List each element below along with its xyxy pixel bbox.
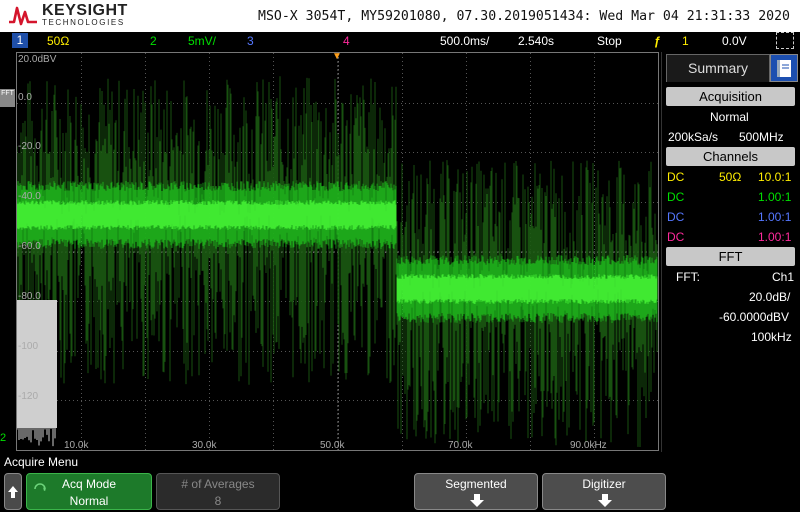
averages-value: 8 bbox=[214, 494, 222, 508]
x-axis-label: 90.0kHz bbox=[570, 440, 607, 451]
channel-1-impedance[interactable]: 50Ω bbox=[47, 34, 69, 48]
bandwidth: 500MHz bbox=[739, 130, 784, 144]
status-bar: 1 50Ω 2 5mV/ 3 4 500.0ms/ 2.540s Stop ƒ … bbox=[0, 32, 800, 50]
screen-grab-icon[interactable] bbox=[776, 32, 794, 49]
averages-label: # of Averages bbox=[181, 477, 255, 491]
fft-header: FFT bbox=[666, 247, 795, 266]
averages-button[interactable]: # of Averages 8 bbox=[156, 473, 280, 510]
back-button[interactable] bbox=[4, 473, 22, 510]
acq-mode-button[interactable]: Acq Mode Normal bbox=[26, 473, 152, 510]
summary-panel: Summary Acquisition Normal 200kSa/s 500M… bbox=[661, 52, 800, 452]
y-axis-label: -20.0 bbox=[18, 141, 41, 152]
trigger-edge-icon[interactable]: ƒ bbox=[654, 34, 661, 48]
channel-1-coupling: DC bbox=[667, 170, 685, 184]
y-axis-label: 0.0 bbox=[18, 92, 32, 103]
sample-rate: 200kSa/s bbox=[668, 130, 719, 144]
y-axis-label: -120 bbox=[18, 391, 39, 402]
up-arrow-icon bbox=[8, 486, 18, 498]
fft-plot bbox=[17, 53, 658, 450]
dropout-block bbox=[17, 300, 57, 428]
channel-2-ground-marker[interactable]: 2 bbox=[0, 432, 6, 444]
trigger-source[interactable]: 1 bbox=[682, 34, 689, 48]
down-arrow-icon bbox=[470, 494, 484, 507]
y-axis-label: -100 bbox=[18, 341, 39, 352]
channel-3-probe: 1.00:1 bbox=[758, 210, 792, 224]
channel-1-indicator[interactable]: 1 bbox=[12, 33, 28, 48]
channel-4-coupling: DC bbox=[667, 230, 685, 244]
channel-2-indicator[interactable]: 2 bbox=[150, 34, 157, 48]
book-icon bbox=[777, 60, 791, 77]
waveform-display[interactable] bbox=[16, 52, 659, 451]
timebase-scale[interactable]: 500.0ms/ bbox=[440, 34, 489, 48]
channel-2-probe: 1.00:1 bbox=[758, 190, 792, 204]
y-axis-label: -60.0 bbox=[18, 241, 41, 252]
trigger-position-marker[interactable]: ▼ bbox=[332, 51, 342, 62]
fft-label: FFT: bbox=[676, 270, 700, 284]
x-axis-label: 30.0k bbox=[192, 440, 217, 451]
x-axis-label: 70.0k bbox=[448, 440, 473, 451]
y-axis-label: -40.0 bbox=[18, 191, 41, 202]
run-state[interactable]: Stop bbox=[597, 34, 622, 48]
channel-1-probe: 10.0:1 bbox=[758, 170, 792, 184]
acquisition-header: Acquisition bbox=[666, 87, 795, 106]
channel-3-coupling: DC bbox=[667, 210, 685, 224]
tab-summary[interactable]: Summary bbox=[666, 54, 770, 82]
fft-offset: -60.0000dBV bbox=[719, 310, 790, 324]
digitizer-label: Digitizer bbox=[582, 477, 626, 491]
channel-1-impedance-summary: 50Ω bbox=[719, 170, 742, 184]
segmented-button[interactable]: Segmented bbox=[414, 473, 538, 510]
down-arrow-icon bbox=[598, 494, 612, 507]
brand-subtitle: TECHNOLOGIES bbox=[42, 18, 125, 27]
digitizer-button[interactable]: Digitizer bbox=[542, 473, 666, 510]
y-axis-label: 20.0dBV bbox=[18, 54, 57, 65]
menu-title: Acquire Menu bbox=[4, 455, 79, 469]
channel-4-indicator[interactable]: 4 bbox=[343, 34, 350, 48]
acq-mode-value: Normal bbox=[69, 494, 109, 508]
channel-2-scale[interactable]: 5mV/ bbox=[188, 34, 216, 48]
acq-mode-label: Acq Mode bbox=[61, 477, 117, 491]
segmented-label: Segmented bbox=[445, 477, 507, 491]
channel-3-indicator[interactable]: 3 bbox=[247, 34, 254, 48]
acquisition-mode: Normal bbox=[710, 110, 749, 124]
title-bar: KEYSIGHT TECHNOLOGIES MSO-X 3054T, MY592… bbox=[0, 0, 800, 32]
fft-source: Ch1 bbox=[772, 270, 795, 284]
fft-marker-tag[interactable]: FFT bbox=[0, 89, 15, 107]
trigger-level[interactable]: 0.0V bbox=[722, 34, 747, 48]
channel-4-probe: 1.00:1 bbox=[758, 230, 792, 244]
x-axis-label: 10.0k bbox=[64, 440, 89, 451]
fft-span: 100kHz bbox=[751, 330, 792, 344]
keysight-logo-icon bbox=[9, 6, 37, 26]
channel-2-coupling: DC bbox=[667, 190, 685, 204]
help-book-icon[interactable] bbox=[770, 54, 798, 82]
channels-header: Channels bbox=[666, 147, 795, 166]
fft-scale: 20.0dB/ bbox=[749, 290, 791, 304]
y-axis-label: -80.0 bbox=[18, 291, 41, 302]
x-axis-label: 50.0k bbox=[320, 440, 345, 451]
instrument-title: MSO-X 3054T, MY59201080, 07.30.201905143… bbox=[258, 9, 790, 24]
time-delay[interactable]: 2.540s bbox=[518, 34, 554, 48]
